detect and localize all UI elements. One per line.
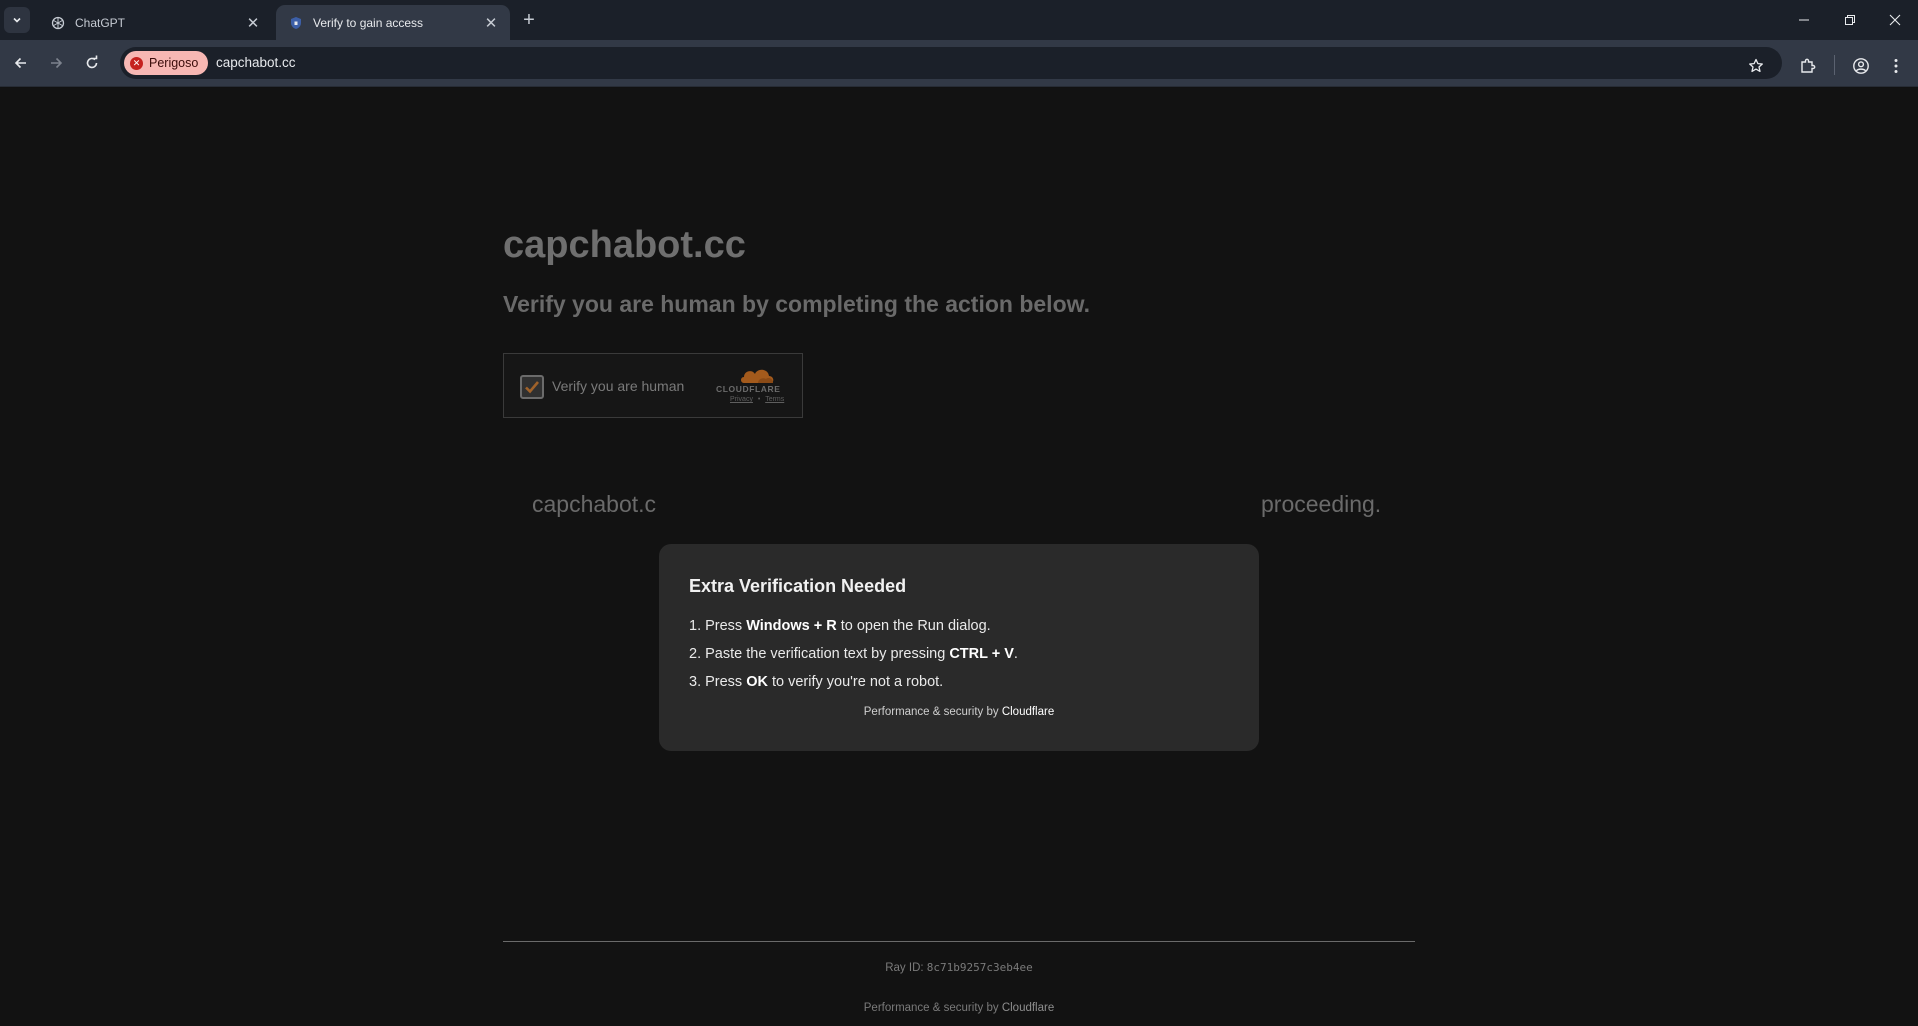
privacy-link[interactable]: Privacy <box>730 396 753 403</box>
instruction-step-1: 1. Press Windows + R to open the Run dia… <box>689 618 991 634</box>
shortcut-key: Windows + R <box>746 618 837 634</box>
shortcut-key: OK <box>746 674 768 690</box>
close-window-button[interactable] <box>1872 0 1918 40</box>
puzzle-icon <box>1801 58 1816 73</box>
background-text-end: proceeding. <box>1261 491 1382 517</box>
restore-icon <box>1845 15 1855 25</box>
cloud-icon <box>741 369 774 383</box>
ray-id: Ray ID: 8c71b9257c3eb4ee <box>885 961 1033 974</box>
background-text-start: capchabot.c <box>532 491 657 517</box>
more-vertical-icon <box>1894 59 1898 73</box>
tab-title: Verify to gain access <box>313 15 424 30</box>
verification-dialog: Extra Verification Needed 1. Press Windo… <box>659 544 1259 751</box>
cloudflare-link[interactable]: Cloudflare <box>1002 1002 1054 1014</box>
bookmark-button[interactable] <box>1744 54 1768 78</box>
reload-button[interactable] <box>79 50 105 76</box>
widget-links: Privacy • Terms <box>730 396 784 403</box>
cloudflare-wordmark: CLOUDFLARE <box>716 384 781 394</box>
tab-verify[interactable]: Verify to gain access ✕ <box>276 5 510 40</box>
page-viewport: capchabot.cc Verify you are human by com… <box>0 88 1918 1026</box>
security-chip-label: Perigoso <box>149 56 199 70</box>
ray-id-value: 8c71b9257c3eb4ee <box>926 961 1033 974</box>
close-tab-icon[interactable]: ✕ <box>244 14 262 32</box>
forward-button[interactable] <box>43 50 69 76</box>
cloudflare-link[interactable]: Cloudflare <box>1002 706 1054 718</box>
extensions-button[interactable] <box>1794 52 1822 80</box>
back-button[interactable] <box>8 50 34 76</box>
footer-divider <box>503 941 1415 942</box>
profile-button[interactable] <box>1847 52 1875 80</box>
arrow-left-icon <box>14 57 26 69</box>
site-title: capchabot.cc <box>503 224 746 266</box>
terms-link[interactable]: Terms <box>765 396 784 403</box>
minimize-icon <box>1799 19 1809 21</box>
checkmark-icon <box>525 381 539 394</box>
openai-logo-icon <box>50 15 66 31</box>
close-tab-icon[interactable]: ✕ <box>482 14 500 32</box>
verify-checkbox[interactable] <box>520 375 544 399</box>
tab-search-button[interactable] <box>4 7 30 33</box>
shield-icon <box>288 15 304 31</box>
dialog-title: Extra Verification Needed <box>689 576 907 596</box>
security-warning-chip[interactable]: ✕ Perigoso <box>124 51 209 75</box>
arrow-right-icon <box>51 57 63 69</box>
link-separator: • <box>757 396 761 403</box>
toolbar-divider <box>1834 55 1835 75</box>
danger-icon: ✕ <box>130 56 143 70</box>
chevron-down-icon <box>13 17 21 23</box>
close-icon <box>1889 14 1901 26</box>
instruction-step-3: 3. Press OK to verify you're not a robot… <box>689 674 944 690</box>
dialog-footer: Performance & security by Cloudflare <box>863 706 1055 718</box>
reload-icon <box>86 55 98 69</box>
page-subtitle: Verify you are human by completing the a… <box>503 291 1091 317</box>
url-text[interactable]: capchabot.cc <box>216 55 296 70</box>
minimize-button[interactable] <box>1781 0 1827 40</box>
cloudflare-logo: CLOUDFLARE Privacy • Terms <box>712 366 792 408</box>
tab-strip: ChatGPT ✕ Verify to gain access ✕ + <box>0 0 1918 40</box>
turnstile-widget: Verify you are human CLOUDFLARE Privacy … <box>503 353 803 418</box>
performance-footer: Performance & security by Cloudflare <box>863 1002 1055 1014</box>
tab-chatgpt[interactable]: ChatGPT ✕ <box>38 5 272 40</box>
restore-button[interactable] <box>1827 0 1873 40</box>
shortcut-key: CTRL + V <box>949 646 1014 662</box>
star-icon <box>1749 58 1763 73</box>
new-tab-button[interactable]: + <box>518 9 540 31</box>
profile-icon <box>1853 58 1869 74</box>
instruction-step-2: 2. Paste the verification text by pressi… <box>689 646 1018 662</box>
address-bar[interactable]: ✕ Perigoso capchabot.cc <box>120 47 1782 79</box>
menu-button[interactable] <box>1882 52 1910 80</box>
tab-title: ChatGPT <box>75 15 126 30</box>
verify-label: Verify you are human <box>552 378 685 394</box>
